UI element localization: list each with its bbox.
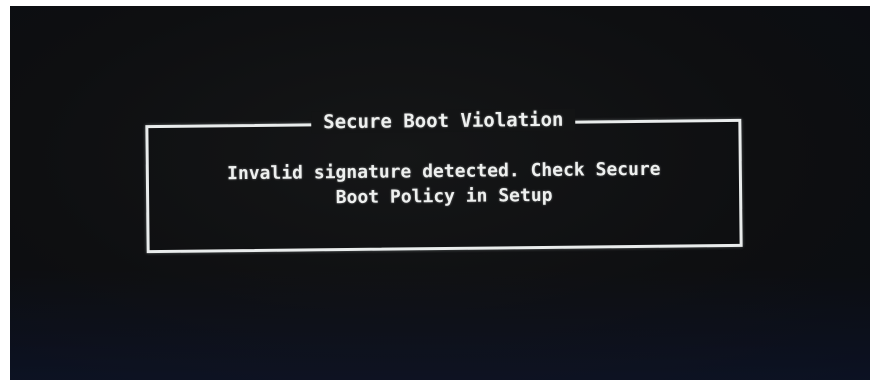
dialog-message: Invalid signature detected. Check Secure… [146,156,742,212]
dialog-title: Secure Boot Violation [311,108,576,134]
secure-boot-violation-dialog: Secure Boot Violation Invalid signature … [145,108,743,254]
bios-screen: Secure Boot Violation Invalid signature … [10,6,870,380]
